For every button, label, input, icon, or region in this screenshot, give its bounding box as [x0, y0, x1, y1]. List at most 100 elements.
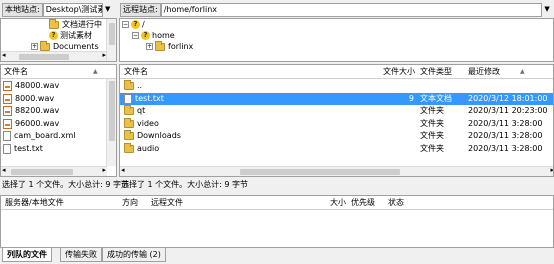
remote-file-row[interactable]: qt 文件夹 2020/3/11 20:23:00 [120, 105, 553, 117]
remote-file-row[interactable]: Downloads 文件夹 2020/3/11 3:28:00 [120, 130, 553, 142]
transfer-queue: 服务器/本地文件 方向 远程文件 大小 优先级 状态 [0, 195, 554, 248]
local-site-label: 本地站点: [2, 3, 43, 17]
queue-tab[interactable]: 列队的文件 [2, 248, 52, 262]
remote-site-label: 远程站点: [120, 3, 161, 17]
local-file-list-header: 文件名 ▲ [1, 65, 116, 79]
remote-file-name-cell: video [124, 117, 159, 130]
audio-file-icon [3, 118, 12, 129]
local-file-row[interactable]: 8000.wav [3, 93, 54, 105]
expand-icon[interactable]: + [146, 43, 153, 50]
remote-file-size: 9 [408, 93, 414, 103]
local-site-dropdown-icon[interactable]: ▼ [103, 3, 113, 17]
queue-tab[interactable]: 传输失败 [60, 248, 102, 262]
remote-file-type: 文件夹 [420, 118, 444, 128]
column-header-remote-file[interactable]: 远程文件 [151, 196, 183, 210]
scroll-thumb[interactable] [11, 169, 73, 175]
scroll-thumb[interactable] [109, 81, 115, 141]
local-tree-hscrollbar[interactable]: ◂ ▸ [1, 51, 107, 61]
scroll-thumb[interactable] [240, 169, 400, 175]
remote-file-row[interactable]: audio 文件夹 2020/3/11 3:28:00 [120, 142, 553, 155]
remote-file-type: 文本文档 [420, 93, 452, 103]
column-header-priority[interactable]: 优先级 [351, 196, 375, 210]
remote-site-path-input[interactable]: /home/forlinx [160, 3, 543, 17]
column-header-filetype[interactable]: 文件类型 [420, 65, 452, 79]
folder-icon [124, 117, 134, 128]
folder-icon [49, 19, 59, 29]
queue-header: 服务器/本地文件 方向 远程文件 大小 优先级 状态 [1, 196, 553, 210]
column-header-filename[interactable]: 文件名 [124, 65, 148, 79]
local-list-hscrollbar[interactable]: ◂ ▸ [1, 166, 107, 176]
local-file-name: 96000.wav [15, 118, 60, 128]
remote-file-row[interactable]: test.txt 9 文本文档 2020/3/12 18:01:00 [120, 92, 553, 105]
local-file-name: 8000.wav [15, 93, 55, 103]
local-tree-item[interactable]: 文档进行中 [49, 19, 102, 30]
audio-file-icon [3, 106, 12, 116]
remote-file-row[interactable]: .. [120, 80, 553, 92]
local-status-text: 选择了 1 个文件。大小总计: 9 字节 [2, 180, 130, 189]
audio-file-icon [3, 93, 12, 104]
chevron-right-icon[interactable]: ▸ [550, 166, 553, 174]
column-header-status[interactable]: 状态 [388, 196, 404, 210]
chevron-left-icon[interactable]: ◂ [121, 166, 125, 174]
local-file-row[interactable]: cam_board.xml [3, 130, 76, 142]
collapse-icon[interactable]: − [132, 32, 139, 39]
remote-tree-item[interactable]: + forlinx [146, 40, 194, 52]
collapse-icon[interactable]: − [122, 21, 129, 28]
remote-file-modified: 2020/3/12 18:01:00 [468, 93, 548, 103]
remote-file-name-cell: Downloads [124, 130, 181, 142]
remote-file-size [380, 80, 414, 92]
audio-file-icon [3, 81, 12, 91]
folder-icon [124, 80, 134, 90]
remote-list-hscrollbar[interactable]: ◂ ▸ [120, 166, 553, 176]
remote-tree-item-label: home [152, 31, 175, 40]
chevron-left-icon[interactable]: ◂ [2, 51, 6, 59]
remote-file-row[interactable]: video 文件夹 2020/3/11 3:28:00 [120, 117, 553, 130]
remote-tree-item[interactable]: − ? home [132, 30, 175, 41]
local-file-list: 文件名 ▲ 48000.wav 8000.wav 88200.wav 96000.wa… [0, 64, 117, 177]
scroll-thumb[interactable] [19, 54, 69, 60]
local-tree-vscrollbar[interactable] [106, 19, 116, 61]
remote-site-bar: 远程站点: /home/forlinx ▼ [120, 2, 552, 18]
local-tree-item-label: 测试素材 [60, 31, 92, 40]
expand-icon[interactable]: + [31, 43, 38, 50]
local-directory-tree: 文档进行中 ? 测试素材 + Documents ◂ ▸ [0, 18, 117, 62]
remote-tree-item-label: / [142, 20, 145, 29]
file-icon [3, 131, 11, 141]
chevron-right-icon[interactable]: ▸ [102, 166, 106, 174]
chevron-left-icon[interactable]: ◂ [2, 166, 6, 174]
remote-status-text: 选择了 1 个文件。大小总计: 9 字节 [121, 180, 249, 189]
remote-file-name: audio [137, 143, 160, 153]
question-icon: ? [141, 31, 150, 40]
scroll-thumb[interactable] [109, 23, 115, 45]
column-header-server-local[interactable]: 服务器/本地文件 [5, 196, 64, 210]
local-file-row[interactable]: 48000.wav [3, 80, 59, 92]
sort-arrow-icon: ▲ [520, 68, 525, 75]
column-header-filename[interactable]: 文件名 [4, 65, 28, 79]
folder-icon [124, 142, 134, 153]
remote-file-name: .. [137, 81, 143, 90]
local-file-row[interactable]: 96000.wav [3, 118, 59, 130]
file-icon [3, 143, 11, 154]
folder-icon [155, 40, 165, 51]
local-site-bar: 本地站点: Desktop\测试素材\ ▼ [2, 2, 116, 18]
local-file-name: 48000.wav [15, 81, 60, 90]
local-tree-item[interactable]: ? 测试素材 [49, 30, 92, 41]
remote-tree-item-label: forlinx [168, 42, 194, 51]
local-site-path-input[interactable]: Desktop\测试素材\ [42, 3, 103, 17]
remote-tree-item[interactable]: − ? / [122, 19, 145, 30]
local-file-row[interactable]: 88200.wav [3, 105, 59, 117]
column-header-filesize[interactable]: 文件大小 [383, 65, 415, 79]
remote-file-size [380, 118, 414, 130]
remote-file-name-cell: qt [124, 105, 145, 117]
remote-site-dropdown-icon[interactable]: ▼ [542, 3, 552, 17]
remote-file-size [380, 130, 414, 142]
remote-directory-tree: − ? / − ? home + forlinx [119, 18, 554, 62]
local-list-vscrollbar[interactable] [106, 79, 116, 166]
queue-tab[interactable]: 成功的传输 (2) [102, 248, 166, 262]
column-header-size[interactable]: 大小 [330, 196, 346, 210]
column-header-direction[interactable]: 方向 [122, 196, 138, 210]
sort-arrow-icon: ▲ [93, 68, 98, 75]
column-header-modified[interactable]: 最近修改 [468, 65, 500, 79]
local-file-row[interactable]: test.txt [3, 143, 43, 155]
remote-file-type: 文件夹 [420, 143, 444, 153]
